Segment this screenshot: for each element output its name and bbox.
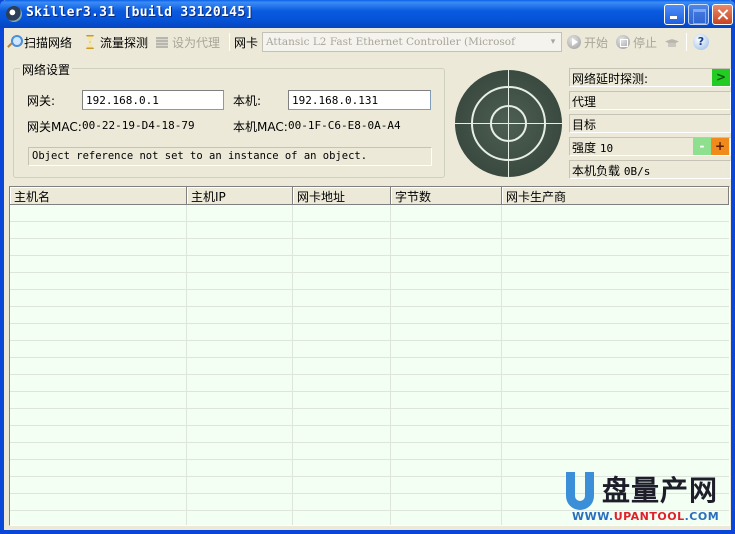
column-header-bytes[interactable]: 字节数	[391, 187, 502, 205]
nic-label: 网卡	[234, 32, 258, 52]
set-proxy-button: 设为代理	[154, 32, 220, 52]
close-button[interactable]	[712, 4, 733, 25]
column-divider	[390, 205, 391, 525]
app-window: Skiller3.31 [build 33120145] 扫描网络 流量探测 设…	[0, 0, 735, 534]
latency-probe-go-button[interactable]: >	[712, 69, 730, 86]
strength-label: 强度	[572, 141, 597, 155]
scan-network-label: 扫描网络	[24, 35, 73, 50]
strength-increase-button[interactable]: +	[711, 138, 729, 155]
local-mac-value: 00-1F-C6-E8-0A-A4	[288, 119, 401, 132]
strength-value: 10	[599, 142, 614, 155]
scan-network-button[interactable]: 扫描网络	[6, 32, 72, 52]
column-header-hostname[interactable]: 主机名	[10, 187, 187, 205]
proxy-field: 代理	[569, 91, 731, 110]
status-message: Object reference not set to an instance …	[28, 147, 432, 166]
proxy-label: 代理	[572, 95, 597, 109]
mortarboard-button	[664, 32, 682, 52]
watermark-brand: 盘量产网	[602, 474, 719, 507]
network-settings-group: 网络设置 网关: 192.168.0.1 本机: 192.168.0.131 网…	[13, 61, 445, 178]
table-header: 主机名 主机IP 网卡地址 字节数 网卡生产商	[10, 187, 729, 205]
help-button[interactable]	[693, 32, 711, 52]
watermark-url: WWW.UPANTOOL.COM	[572, 510, 719, 523]
toolbar-separator	[686, 33, 687, 51]
start-button: 开始	[566, 32, 608, 52]
gateway-ip-field[interactable]: 192.168.0.1	[82, 90, 224, 110]
strength-decrease-button[interactable]: -	[693, 138, 711, 155]
local-label: 本机:	[233, 94, 262, 108]
nic-select: Attansic L2 Fast Ethernet Controller (Mi…	[262, 32, 562, 52]
hourglass-icon	[82, 34, 98, 50]
maximize-button	[688, 4, 709, 25]
stop-button: 停止	[615, 32, 657, 52]
column-header-vendor[interactable]: 网卡生产商	[502, 187, 729, 205]
column-divider	[292, 205, 293, 525]
watermark-url-prefix: WWW.	[572, 510, 614, 523]
column-divider	[186, 205, 187, 525]
title-bar[interactable]: Skiller3.31 [build 33120145]	[0, 0, 735, 28]
latency-probe-label: 网络延时探测:	[572, 72, 649, 86]
local-load-value: 0B/s	[623, 165, 651, 178]
latency-probe-field: 网络延时探测:	[569, 68, 731, 87]
local-load-label: 本机负载	[572, 164, 621, 178]
watermark-url-main: UPANTOOL	[613, 510, 685, 523]
gateway-mac-value: 00-22-19-D4-18-79	[82, 119, 195, 132]
u-logo-icon	[566, 472, 594, 510]
target-field: 目标	[569, 114, 731, 133]
local-ip-field[interactable]: 192.168.0.131	[288, 90, 431, 110]
network-settings-legend: 网络设置	[20, 61, 73, 78]
traffic-detect-label: 流量探测	[100, 35, 149, 50]
toolbar-separator	[229, 33, 230, 51]
minimize-button[interactable]	[664, 4, 685, 25]
traffic-detect-button[interactable]: 流量探测	[82, 32, 148, 52]
magnifier-icon	[6, 34, 23, 50]
nic-label-text: 网卡	[234, 35, 259, 50]
column-divider	[501, 205, 502, 525]
nic-selected-value: Attansic L2 Fast Ethernet Controller (Mi…	[266, 36, 515, 48]
stop-icon	[615, 34, 631, 50]
column-header-mac-address[interactable]: 网卡地址	[293, 187, 391, 205]
gateway-mac-label: 网关MAC:	[27, 120, 82, 134]
start-label: 开始	[584, 35, 609, 50]
set-proxy-label: 设为代理	[172, 35, 221, 50]
local-load-field: 本机负载 0B/s	[569, 160, 731, 179]
column-header-host-ip[interactable]: 主机IP	[187, 187, 293, 205]
app-icon	[6, 6, 22, 22]
upantool-watermark: 盘量产网 WWW.UPANTOOL.COM	[564, 470, 734, 526]
chevron-down-icon: ▾	[550, 37, 556, 47]
local-mac-label: 本机MAC:	[233, 120, 288, 134]
window-title: Skiller3.31 [build 33120145]	[26, 5, 254, 20]
radar-display	[455, 70, 562, 177]
mortarboard-icon	[664, 34, 680, 50]
watermark-url-suffix: .COM	[684, 510, 720, 523]
target-label: 目标	[572, 118, 597, 132]
toolbar: 扫描网络 流量探测 设为代理 网卡 Attansic L2 Fast Ether…	[4, 28, 731, 56]
stop-label: 停止	[633, 35, 658, 50]
gateway-label: 网关:	[27, 94, 56, 108]
proxy-icon	[154, 34, 170, 50]
help-icon	[693, 34, 709, 50]
radar-vertical-axis	[508, 70, 509, 177]
play-icon	[566, 34, 582, 50]
